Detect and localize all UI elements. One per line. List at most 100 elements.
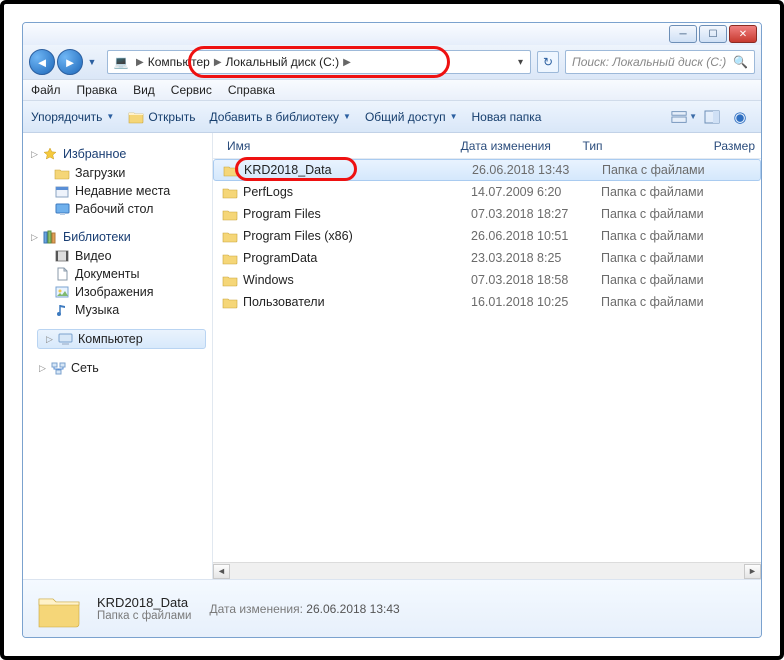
table-row[interactable]: PerfLogs14.07.2009 6:20Папка с файлами <box>213 181 761 203</box>
folder-icon <box>221 206 239 222</box>
sidebar-item-label: Компьютер <box>78 332 143 346</box>
maximize-button[interactable]: ☐ <box>699 25 727 43</box>
file-type: Папка с файлами <box>601 185 741 199</box>
close-button[interactable]: ✕ <box>729 25 757 43</box>
details-name: KRD2018_Data <box>97 595 191 610</box>
table-row[interactable]: Program Files07.03.2018 18:27Папка с фай… <box>213 203 761 225</box>
sidebar-item-video[interactable]: Видео <box>31 247 212 265</box>
file-date: 07.03.2018 18:58 <box>471 273 601 287</box>
sidebar-favorites-header[interactable]: ▷Избранное <box>31 145 212 164</box>
file-type: Папка с файлами <box>601 273 741 287</box>
screenshot-frame: ─ ☐ ✕ ◄ ► ▼ 💻 ▶ Компьютер ▶ Локальный ди… <box>0 0 784 660</box>
collapse-icon: ▷ <box>31 232 41 243</box>
folder-icon <box>222 162 240 178</box>
command-bar: Упорядочить▼ Открыть Добавить в библиоте… <box>23 101 761 133</box>
file-type: Папка с файлами <box>601 295 741 309</box>
sidebar-item-desktop[interactable]: Рабочий стол <box>31 200 212 218</box>
share-button[interactable]: Общий доступ ▼ <box>365 110 458 124</box>
search-box[interactable]: Поиск: Локальный диск (C:) 🔍 <box>565 50 755 74</box>
address-dropdown[interactable]: ▾ <box>515 57 526 68</box>
col-name[interactable]: Имя <box>221 139 455 153</box>
menu-bar: Файл Правка Вид Сервис Справка <box>23 79 761 101</box>
file-name: Program Files (x86) <box>243 229 353 243</box>
view-mode-button[interactable]: ▼ <box>671 106 697 128</box>
details-type: Папка с файлами <box>97 610 191 622</box>
sidebar-item-network[interactable]: ▷Сеть <box>31 359 212 377</box>
open-button[interactable]: Открыть <box>128 109 195 125</box>
new-folder-button[interactable]: Новая папка <box>471 110 541 124</box>
column-headers: Имя Дата изменения Тип Размер <box>213 133 761 159</box>
file-name: KRD2018_Data <box>244 163 332 177</box>
preview-pane-button[interactable] <box>699 106 725 128</box>
sidebar-item-documents[interactable]: Документы <box>31 265 212 283</box>
sidebar-item-label: Загрузки <box>75 166 125 180</box>
table-row[interactable]: Program Files (x86) 26.06.2018 10:51Папка… <box>213 225 761 247</box>
folder-icon <box>221 250 239 266</box>
file-type: Папка с файлами <box>601 229 741 243</box>
search-placeholder: Поиск: Локальный диск (C:) <box>572 55 726 69</box>
details-main: KRD2018_Data Папка с файлами <box>97 595 191 622</box>
nav-history-dropdown[interactable]: ▼ <box>85 49 99 75</box>
table-row[interactable]: Windows07.03.2018 18:58Папка с файлами <box>213 269 761 291</box>
col-type[interactable]: Тип <box>577 139 708 153</box>
col-size[interactable]: Размер <box>708 139 761 153</box>
menu-help[interactable]: Справка <box>228 83 275 97</box>
sidebar-libraries-header[interactable]: ▷Библиотеки <box>31 228 212 247</box>
video-icon <box>53 250 71 262</box>
menu-edit[interactable]: Правка <box>77 83 118 97</box>
details-date: Дата изменения: 26.06.2018 13:43 <box>209 602 399 616</box>
window-caption-bar: ─ ☐ ✕ <box>23 23 761 45</box>
menu-service[interactable]: Сервис <box>171 83 212 97</box>
sidebar-item-label: Сеть <box>71 361 99 375</box>
menu-file[interactable]: Файл <box>31 83 61 97</box>
file-type: Папка с файлами <box>601 251 741 265</box>
sidebar-item-label: Документы <box>75 267 139 281</box>
chevron-down-icon: ▼ <box>450 112 458 121</box>
sidebar-item-pictures[interactable]: Изображения <box>31 283 212 301</box>
scroll-left-button[interactable]: ◄ <box>213 564 230 579</box>
table-row[interactable]: Пользователи16.01.2018 10:25Папка с файл… <box>213 291 761 313</box>
file-name: Program Files <box>243 207 321 221</box>
back-button[interactable]: ◄ <box>29 49 55 75</box>
add-to-library-button[interactable]: Добавить в библиотеку▼ <box>209 110 350 124</box>
sidebar-item-downloads[interactable]: Загрузки <box>31 164 212 182</box>
scroll-right-button[interactable]: ► <box>744 564 761 579</box>
breadcrumb-drive-c[interactable]: Локальный диск (C:) <box>224 55 342 69</box>
file-name: ProgramData <box>243 251 317 265</box>
file-date: 07.03.2018 18:27 <box>471 207 601 221</box>
menu-view[interactable]: Вид <box>133 83 155 97</box>
address-bar[interactable]: 💻 ▶ Компьютер ▶ Локальный диск (C:) ▶ ▾ <box>107 50 531 74</box>
document-icon <box>53 267 71 281</box>
file-type: Папка с файлами <box>602 163 742 177</box>
table-row[interactable]: ProgramData23.03.2018 8:25Папка с файлам… <box>213 247 761 269</box>
sidebar-item-recent[interactable]: Недавние места <box>31 182 212 200</box>
col-date[interactable]: Дата изменения <box>455 139 577 153</box>
horizontal-scrollbar[interactable]: ◄ ► <box>213 562 761 579</box>
help-button[interactable]: ◉ <box>727 106 753 128</box>
minimize-button[interactable]: ─ <box>669 25 697 43</box>
folder-icon <box>221 184 239 200</box>
forward-button[interactable]: ► <box>57 49 83 75</box>
sidebar-item-computer[interactable]: ▷Компьютер <box>37 329 206 349</box>
search-icon: 🔍 <box>733 55 748 69</box>
newfolder-label: Новая папка <box>471 110 541 124</box>
sidebar-item-label: Изображения <box>75 285 154 299</box>
details-folder-icon <box>35 588 83 630</box>
sidebar-item-music[interactable]: Музыка <box>31 301 212 319</box>
folder-icon <box>221 272 239 288</box>
file-name: Пользователи <box>243 295 325 309</box>
folder-icon <box>221 228 239 244</box>
computer-icon: 💻 <box>112 55 130 69</box>
chevron-down-icon: ▼ <box>343 112 351 121</box>
share-label: Общий доступ <box>365 110 446 124</box>
explorer-window: ─ ☐ ✕ ◄ ► ▼ 💻 ▶ Компьютер ▶ Локальный ди… <box>22 22 762 638</box>
chevron-right-icon: ▶ <box>341 57 353 68</box>
breadcrumb-computer[interactable]: Компьютер <box>146 55 212 69</box>
network-icon <box>49 362 67 375</box>
refresh-button[interactable]: ↻ <box>537 51 559 73</box>
table-row[interactable]: KRD2018_Data26.06.2018 13:43Папка с файл… <box>213 159 761 181</box>
libraries-icon <box>41 230 59 244</box>
organize-button[interactable]: Упорядочить▼ <box>31 110 114 124</box>
file-list-pane: Имя Дата изменения Тип Размер KRD2018_Da… <box>213 133 761 579</box>
file-date: 26.06.2018 10:51 <box>471 229 601 243</box>
